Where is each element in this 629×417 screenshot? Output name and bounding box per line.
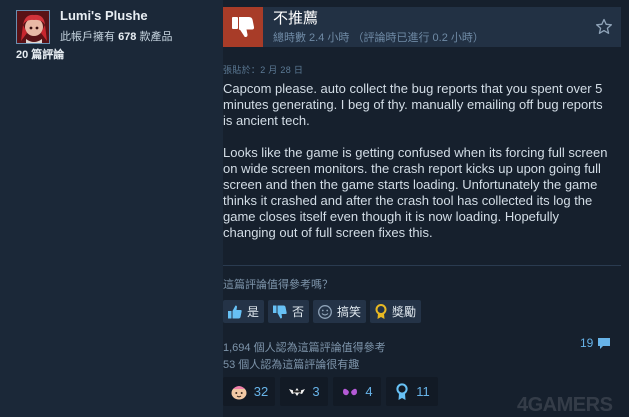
award-count: 11 <box>416 384 430 399</box>
award-count: 3 <box>312 384 320 399</box>
review-paragraph: Capcom please. auto collect the bug repo… <box>223 81 603 128</box>
award-deal-with-it[interactable]: 3 <box>280 377 328 406</box>
deal-with-it-award-icon <box>289 387 306 396</box>
thumbs-down-icon <box>273 305 287 318</box>
products-suffix: 款產品 <box>139 31 173 43</box>
steam-review-icon <box>595 18 613 36</box>
comment-bubble-icon <box>598 337 611 349</box>
award-label: 獎勵 <box>392 305 417 319</box>
award-medal-icon <box>375 303 387 319</box>
vote-yes-button[interactable]: 是 <box>223 300 265 323</box>
review-panel: 不推薦 總時數 2.4 小時 （評論時已進行 0.2 小時） 張貼於：2 月 2… <box>223 0 629 417</box>
review-verdict: 不推薦 <box>273 9 319 27</box>
vote-funny-button[interactable]: 搞笑 <box>313 300 367 323</box>
vote-no-label: 否 <box>292 305 305 319</box>
award-button[interactable]: 獎勵 <box>370 300 422 323</box>
playtime-hours: 總時數 2.4 小時 （評論時已進行 0.2 小時） <box>273 31 484 44</box>
helpful-count: 1,694 個人認為這篇評論值得參考 <box>223 342 386 354</box>
medal-award-icon <box>396 382 408 400</box>
comments-link[interactable]: 19 <box>580 336 611 350</box>
funny-count: 53 個人認為這篇評論很有趣 <box>223 359 360 371</box>
vote-yes-label: 是 <box>247 305 260 319</box>
vote-header[interactable]: 不推薦 總時數 2.4 小時 （評論時已進行 0.2 小時） <box>223 7 621 47</box>
awards-row: 32 3 4 11 <box>223 377 438 406</box>
products-count: 678 <box>118 31 137 43</box>
thumbs-down-icon <box>223 7 263 47</box>
author-name[interactable]: Lumi's Plushe <box>60 8 220 23</box>
award-count: 4 <box>365 384 373 399</box>
author-avatar[interactable] <box>16 10 50 44</box>
products-prefix: 此帳戶擁有 <box>60 31 115 43</box>
helpful-question: 這篇評論值得參考嗎？ <box>223 279 333 291</box>
author-products-owned[interactable]: 此帳戶擁有 678 款產品 <box>60 28 220 44</box>
vote-no-button[interactable]: 否 <box>268 300 310 323</box>
award-medal[interactable]: 11 <box>386 377 438 406</box>
thumbs-up-icon <box>228 305 242 318</box>
divider <box>223 265 621 266</box>
author-reviews-count[interactable]: 20 篇評論 <box>16 46 136 62</box>
smiling-face-award-icon <box>231 385 247 399</box>
comments-count: 19 <box>580 336 594 350</box>
posted-date: 張貼於：2 月 28 日 <box>223 65 304 75</box>
review-paragraph: Looks like the game is getting confused … <box>223 145 608 240</box>
watermark: 4GAMERS <box>517 394 613 416</box>
award-heart-eyes[interactable]: 4 <box>333 377 381 406</box>
review-body: Capcom please. auto collect the bug repo… <box>223 81 615 257</box>
helpful-buttons: 是 否 搞笑 獎勵 <box>223 300 422 323</box>
award-smiling-face[interactable]: 32 <box>223 377 275 406</box>
award-count: 32 <box>253 384 269 399</box>
heart-eyes-award-icon <box>343 388 358 395</box>
vote-funny-label: 搞笑 <box>337 305 362 319</box>
smiley-icon <box>318 304 332 319</box>
